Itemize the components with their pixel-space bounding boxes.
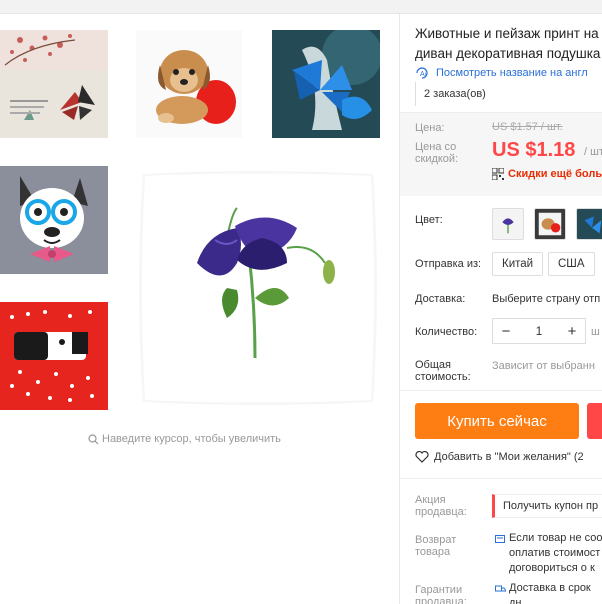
color-label: Цвет: [415,214,443,226]
thumbnail-pug[interactable] [0,166,108,274]
return-label-line2: товара [415,546,451,558]
guarantee-label-line1: Гарантии [415,584,463,596]
translate-link-text[interactable]: Посмотреть название на англ [436,67,588,79]
return-text-line3: договориться о к [509,562,595,574]
quantity-stepper[interactable]: − 1 + [492,318,586,344]
total-label-line2: стоимость: [415,371,471,383]
ship-from-usa-text: США [558,258,585,270]
return-label-line1: Возврат [415,534,457,546]
thumbnail-butterflies[interactable] [0,30,108,138]
translate-icon: A i [416,67,428,79]
product-title-line2: диван декоративная подушка [415,46,601,61]
total-label-line1: Общая [415,359,451,371]
quantity-decrease-button[interactable]: − [493,319,519,343]
quantity-input[interactable]: 1 [519,324,559,338]
guarantee-value: Доставка в срок [509,582,591,594]
delivery-label: Доставка: [415,293,466,305]
wishlist-text[interactable]: Добавить в "Мои желания" (2 [434,451,584,463]
ship-from-china[interactable]: Китай [492,252,544,276]
divider-seller [400,478,602,479]
thumbnail-dog-hearts[interactable] [0,302,108,410]
return-text-line1: Если товар не соо [509,532,602,544]
add-to-cart-button[interactable] [587,403,602,439]
buy-now-text: Купить сейчас [447,412,547,430]
old-price: US $1.57 / шт. [492,121,563,133]
thumbnail-blue-butterfly[interactable] [272,30,380,138]
ship-from-usa[interactable]: США [548,252,595,276]
guarantee-label-line2: продавца: [415,596,467,604]
discount-price: US $1.18 [492,139,576,161]
promo-text[interactable]: Скидки ещё больш [508,168,602,180]
product-title: Животные и пейзаж принт на диван декорат… [415,24,602,64]
promo-link[interactable]: Скидки ещё больш [492,168,602,180]
zoom-hint: Наведите курсор, чтобы увеличить [88,433,308,445]
orders-count-text: 2 заказа(ов) [424,88,486,100]
column-divider [399,14,400,604]
top-bar [0,0,602,14]
discount-label-line2: скидкой: [415,153,459,165]
get-coupon-button[interactable]: Получить купон пр [492,494,602,518]
thumbnail-puppy[interactable] [136,30,242,138]
qr-code-icon [492,168,504,180]
return-text-line2: оплатив стоимост [509,547,601,559]
delivery-truck-icon [495,585,506,592]
product-title-line1: Животные и пейзаж принт на [415,26,599,41]
quantity-increase-button[interactable]: + [559,319,585,343]
quantity-label: Количество: [415,326,478,338]
return-icon [495,535,505,543]
color-swatch-3[interactable] [576,208,602,240]
quantity-unit: ш [591,326,600,338]
coupon-text: Получить купон пр [503,500,599,512]
color-swatch-2[interactable] [534,208,566,240]
discount-label-line1: Цена со [415,141,457,153]
seller-promo-label-line1: Акция [415,494,446,506]
zoom-hint-text: Наведите курсор, чтобы увеличить [102,433,281,445]
translate-link[interactable]: A i Посмотреть название на англ [415,66,602,80]
main-product-image[interactable] [137,168,379,408]
seller-promo-label-line2: продавца: [415,506,467,518]
heart-icon [415,451,429,463]
delivery-value[interactable]: Выберите страну отп [492,293,600,305]
divider-above-buttons [400,390,602,391]
price-per-unit: / шт [584,146,602,158]
guarantee-value-line2: дн [509,597,522,604]
wishlist-link[interactable]: Добавить в "Мои желания" (2 [415,451,584,463]
buy-now-button[interactable]: Купить сейчас [415,403,579,439]
ship-from-label: Отправка из: [415,258,482,270]
search-icon [88,433,99,444]
orders-count: 2 заказа(ов) [415,82,602,106]
ship-from-china-text: Китай [502,258,534,270]
total-value: Зависит от выбранн [492,360,595,372]
color-swatch-1[interactable] [492,208,524,240]
svg-text:i: i [425,72,426,78]
price-label: Цена: [415,122,445,134]
